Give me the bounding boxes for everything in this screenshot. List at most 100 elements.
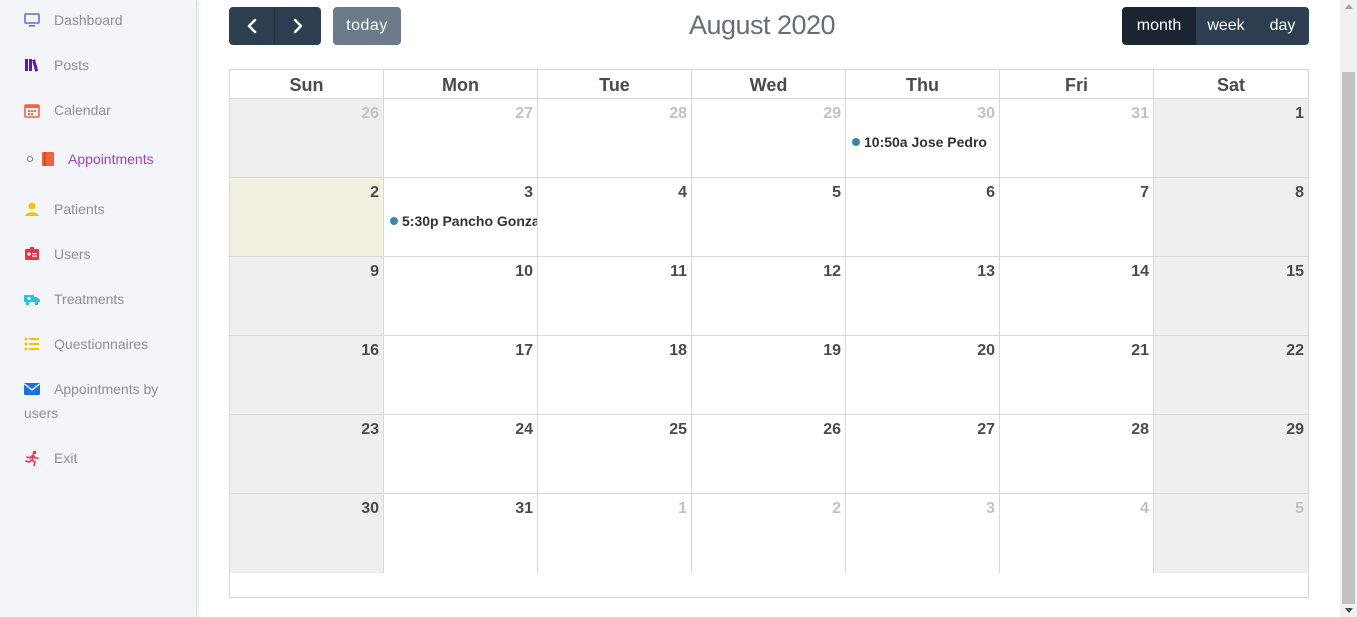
month-view-button[interactable]: month [1122, 7, 1196, 45]
day-number[interactable]: 7 [1140, 184, 1149, 202]
day-number[interactable]: 12 [823, 263, 841, 281]
day-cell[interactable]: 30 [230, 494, 384, 573]
day-number[interactable]: 28 [1131, 421, 1149, 439]
calendar-event[interactable]: 5:30p Pancho Gonzalez [390, 213, 537, 229]
sidebar-item-appointments[interactable]: Appointments [27, 147, 154, 171]
day-number[interactable]: 9 [370, 263, 379, 281]
day-number[interactable]: 2 [370, 184, 379, 202]
sidebar-item-calendar[interactable]: Calendar [24, 98, 111, 122]
day-number[interactable]: 24 [515, 421, 533, 439]
day-number[interactable]: 10 [515, 263, 533, 281]
sidebar-item-appointments-by-users[interactable]: Appointments by users [24, 377, 194, 425]
calendar-event[interactable]: 10:50a Jose Pedro [852, 134, 999, 150]
day-cell[interactable]: 28 [1000, 415, 1154, 493]
day-cell[interactable]: 15 [1154, 257, 1308, 335]
today-button[interactable]: today [333, 7, 401, 45]
day-cell[interactable]: 31 [384, 494, 538, 573]
day-number[interactable]: 6 [986, 184, 995, 202]
day-number[interactable]: 23 [361, 421, 379, 439]
day-number[interactable]: 1 [678, 500, 687, 518]
prev-button[interactable] [229, 7, 274, 45]
day-number[interactable]: 22 [1286, 342, 1304, 360]
day-cell[interactable]: 21 [1000, 336, 1154, 414]
day-number[interactable]: 27 [515, 105, 533, 123]
scroll-down-arrow-icon[interactable] [1345, 608, 1353, 613]
day-cell[interactable]: 8 [1154, 178, 1308, 256]
day-number[interactable]: 26 [823, 421, 841, 439]
sidebar-item-questionnaires[interactable]: Questionnaires [24, 332, 148, 356]
day-cell[interactable]: 31 [1000, 99, 1154, 177]
day-number[interactable]: 1 [1295, 105, 1304, 123]
day-cell[interactable]: 9 [230, 257, 384, 335]
day-number[interactable]: 18 [669, 342, 687, 360]
day-cell[interactable]: 29 [1154, 415, 1308, 493]
day-number[interactable]: 4 [678, 184, 687, 202]
day-cell[interactable]: 3 5:30p Pancho Gonzalez [384, 178, 538, 256]
day-number[interactable]: 31 [1131, 105, 1149, 123]
day-cell[interactable]: 14 [1000, 257, 1154, 335]
day-cell[interactable]: 19 [692, 336, 846, 414]
day-number[interactable]: 27 [977, 421, 995, 439]
day-number[interactable]: 26 [361, 105, 379, 123]
day-cell[interactable]: 22 [1154, 336, 1308, 414]
day-cell[interactable]: 26 [230, 99, 384, 177]
day-number[interactable]: 29 [823, 105, 841, 123]
day-number[interactable]: 19 [823, 342, 841, 360]
scroll-up-arrow-icon[interactable] [1345, 4, 1353, 9]
day-number[interactable]: 5 [1295, 500, 1304, 518]
day-cell[interactable]: 23 [230, 415, 384, 493]
day-number[interactable]: 20 [977, 342, 995, 360]
sidebar-item-users[interactable]: Users [24, 242, 91, 266]
day-number[interactable]: 2 [832, 500, 841, 518]
day-cell[interactable]: 17 [384, 336, 538, 414]
day-cell[interactable]: 12 [692, 257, 846, 335]
day-number[interactable]: 15 [1286, 263, 1304, 281]
day-cell[interactable]: 1 [1154, 99, 1308, 177]
sidebar-item-patients[interactable]: Patients [24, 197, 105, 221]
day-cell[interactable]: 26 [692, 415, 846, 493]
day-cell[interactable]: 27 [384, 99, 538, 177]
day-number[interactable]: 29 [1286, 421, 1304, 439]
day-cell[interactable]: 5 [692, 178, 846, 256]
day-number[interactable]: 31 [515, 500, 533, 518]
day-cell[interactable]: 24 [384, 415, 538, 493]
day-cell[interactable]: 5 [1154, 494, 1308, 573]
day-number[interactable]: 5 [832, 184, 841, 202]
day-number[interactable]: 14 [1131, 263, 1149, 281]
day-cell[interactable]: 10 [384, 257, 538, 335]
day-cell[interactable]: 28 [538, 99, 692, 177]
day-cell[interactable]: 29 [692, 99, 846, 177]
scrollbar[interactable] [1340, 0, 1357, 617]
day-cell[interactable]: 16 [230, 336, 384, 414]
day-cell[interactable]: 2 [230, 178, 384, 256]
day-number[interactable]: 3 [524, 184, 533, 202]
day-view-button[interactable]: day [1256, 7, 1309, 45]
day-cell[interactable]: 4 [1000, 494, 1154, 573]
day-number[interactable]: 17 [515, 342, 533, 360]
day-cell[interactable]: 4 [538, 178, 692, 256]
day-number[interactable]: 8 [1295, 184, 1304, 202]
day-number[interactable]: 4 [1140, 500, 1149, 518]
day-cell[interactable]: 11 [538, 257, 692, 335]
day-cell[interactable]: 3 [846, 494, 1000, 573]
day-number[interactable]: 30 [361, 500, 379, 518]
day-number[interactable]: 21 [1131, 342, 1149, 360]
scroll-thumb[interactable] [1342, 72, 1355, 604]
day-number[interactable]: 25 [669, 421, 687, 439]
next-button[interactable] [274, 7, 321, 45]
day-cell[interactable]: 20 [846, 336, 1000, 414]
sidebar-item-exit[interactable]: Exit [24, 446, 77, 470]
sidebar-item-treatments[interactable]: Treatments [24, 287, 124, 311]
day-number[interactable]: 28 [669, 105, 687, 123]
day-number[interactable]: 11 [670, 263, 687, 281]
day-cell[interactable]: 30 10:50a Jose Pedro [846, 99, 1000, 177]
day-cell[interactable]: 18 [538, 336, 692, 414]
day-cell[interactable]: 25 [538, 415, 692, 493]
day-cell[interactable]: 27 [846, 415, 1000, 493]
day-number[interactable]: 13 [977, 263, 995, 281]
sidebar-item-posts[interactable]: Posts [24, 53, 89, 77]
day-cell[interactable]: 2 [692, 494, 846, 573]
day-number[interactable]: 30 [977, 105, 995, 123]
day-number[interactable]: 16 [361, 342, 379, 360]
day-cell[interactable]: 1 [538, 494, 692, 573]
